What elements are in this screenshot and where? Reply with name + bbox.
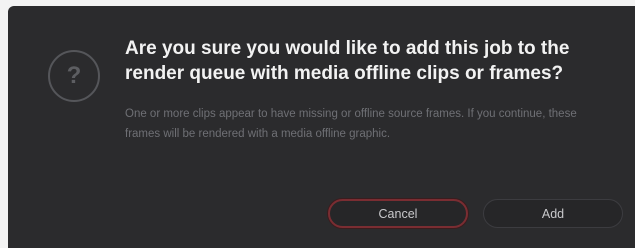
render-queue-confirm-dialog: ? Are you sure you would like to add thi… xyxy=(8,6,635,248)
question-mark-icon: ? xyxy=(48,50,100,102)
cancel-button[interactable]: Cancel xyxy=(328,199,468,228)
dialog-message: One or more clips appear to have missing… xyxy=(125,108,577,140)
dialog-title: Are you sure you would like to add this … xyxy=(125,38,570,84)
add-button[interactable]: Add xyxy=(483,199,623,228)
question-mark-glyph: ? xyxy=(66,62,82,89)
